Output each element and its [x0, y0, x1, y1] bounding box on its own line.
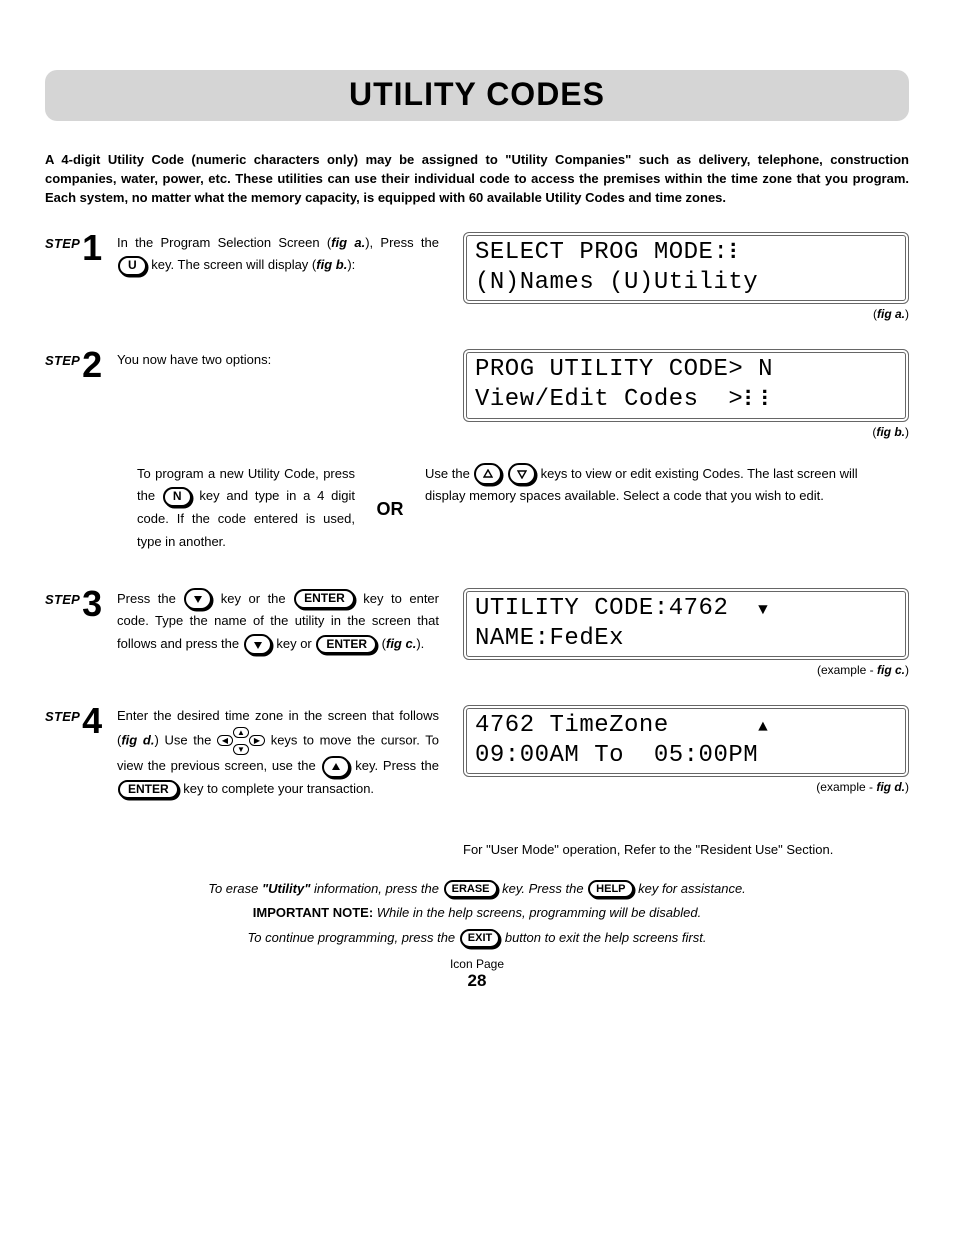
text: ( [378, 636, 386, 651]
step-1-number: 1 [82, 232, 102, 264]
page-title: UTILITY CODES [45, 76, 909, 113]
key-up-arrow [322, 756, 350, 778]
text: key or the [213, 591, 293, 606]
step-2-options: To program a new Utility Code, press the… [45, 463, 909, 554]
or-label: OR [355, 463, 425, 520]
step-1-row: STEP1 In the Program Selection Screen (f… [45, 232, 909, 340]
text: Press the [117, 591, 183, 606]
text: information, press the [310, 881, 442, 896]
fig-b-caption: (fig b.) [463, 425, 909, 439]
step-1-body: In the Program Selection Screen (fig a.)… [117, 232, 445, 278]
text: key. Press the [351, 758, 440, 773]
key-down-arrow [508, 463, 536, 485]
lcd-line2: NAME:FedEx [475, 625, 624, 652]
step-4-body: Enter the desired time zone in the scree… [117, 705, 445, 801]
arrow-keys-cluster-icon: ▲ ▼ ◀ ▶ [217, 727, 265, 755]
lcd-line2: View/Edit Codes > [475, 386, 743, 413]
down-dot-arrow-icon: ⠇ [728, 241, 745, 269]
text: Use the [425, 466, 473, 481]
key-down-arrow [244, 634, 272, 656]
lcd-line1: 4762 TimeZone [475, 712, 669, 739]
important-label: IMPORTANT NOTE: [253, 905, 373, 920]
fig-ref: fig d. [876, 780, 905, 794]
fig-c-caption: (example - fig c.) [463, 663, 909, 677]
text: ). [416, 636, 424, 651]
text: To continue programming, press the [248, 930, 459, 945]
lcd-fig-b: PROG UTILITY CODE> N View/Edit Codes >⠇⠇ [463, 349, 909, 422]
key-enter: ENTER [294, 589, 355, 609]
fig-ref: fig c. [386, 636, 416, 651]
footer-notes: To erase "Utility" information, press th… [45, 877, 909, 951]
lcd-line1: SELECT PROG MODE: [475, 239, 728, 266]
text: "Utility" [262, 881, 310, 896]
fig-ref: fig d. [121, 733, 154, 748]
key-erase: ERASE [444, 880, 498, 898]
text: key or [273, 636, 316, 651]
step-3-number: 3 [82, 588, 102, 620]
key-down-arrow [184, 588, 212, 610]
option-program-new: To program a new Utility Code, press the… [45, 463, 355, 554]
left-arrow-icon: ◀ [217, 735, 233, 746]
text: button to exit the help screens first. [501, 930, 706, 945]
right-arrow-icon: ▶ [249, 735, 265, 746]
fig-d-caption: (example - fig d.) [463, 780, 909, 794]
text: example - [820, 780, 876, 794]
key-exit: EXIT [460, 929, 500, 947]
lcd-line2: (N)Names (U)Utility [475, 269, 758, 296]
text: To erase [208, 881, 262, 896]
text: ) Use the [154, 733, 217, 748]
user-mode-note: For "User Mode" operation, Refer to the … [463, 842, 909, 857]
lcd-fig-d: 4762 TimeZone ▲ 09:00AM To 05:00PM [463, 705, 909, 777]
icon-page-label: Icon Page [45, 957, 909, 971]
option-view-edit: Use the keys to view or edit existing Co… [425, 463, 909, 509]
fig-ref: fig b. [876, 425, 905, 439]
step-label: STEP [45, 232, 80, 251]
text: key for assistance. [635, 881, 746, 896]
down-arrow-icon: ▼ [233, 744, 249, 755]
key-u: U [118, 256, 147, 276]
text: You now have two options: [117, 352, 271, 367]
step-2-row: STEP2 You now have two options: PROG UTI… [45, 349, 909, 457]
step-3-row: STEP3 Press the key or the ENTER key to … [45, 588, 909, 695]
down-arrow-icon: ▼ [758, 601, 768, 619]
step-label: STEP [45, 705, 80, 724]
text: key to complete your transaction. [180, 781, 374, 796]
text: example - [821, 663, 877, 677]
key-n: N [163, 487, 192, 507]
lcd-fig-c: UTILITY CODE:4762 ▼ NAME:FedEx [463, 588, 909, 660]
page-number: 28 [45, 971, 909, 991]
text: While in the help screens, programming w… [373, 905, 701, 920]
text: In the Program Selection Screen ( [117, 235, 331, 250]
text: ), Press the [365, 235, 439, 250]
updown-dot-arrow-icon: ⠇⠇ [743, 388, 776, 416]
fig-ref: fig b. [316, 257, 347, 272]
step-2-body: You now have two options: [117, 349, 445, 372]
up-arrow-icon: ▲ [758, 718, 768, 736]
step-4-row: STEP4 Enter the desired time zone in the… [45, 705, 909, 857]
text: ): [347, 257, 355, 272]
step-4-number: 4 [82, 705, 102, 737]
lcd-line2: 09:00AM To 05:00PM [475, 742, 758, 769]
step-label: STEP [45, 588, 80, 607]
title-bar: UTILITY CODES [45, 70, 909, 121]
step-3-body: Press the key or the ENTER key to enter … [117, 588, 445, 656]
lcd-line1: UTILITY CODE:4762 [475, 595, 728, 622]
step-2-number: 2 [82, 349, 102, 381]
step-label: STEP [45, 349, 80, 368]
fig-ref: fig a. [877, 307, 905, 321]
lcd-fig-a: SELECT PROG MODE:⠇ (N)Names (U)Utility [463, 232, 909, 305]
lcd-line1: PROG UTILITY CODE> N [475, 356, 773, 383]
fig-ref: fig c. [877, 663, 905, 677]
up-arrow-icon: ▲ [233, 727, 249, 738]
key-enter: ENTER [118, 780, 179, 800]
text: key. The screen will display ( [148, 257, 317, 272]
intro-paragraph: A 4-digit Utility Code (numeric characte… [45, 151, 909, 208]
fig-ref: fig a. [331, 235, 365, 250]
key-up-arrow [474, 463, 502, 485]
key-enter: ENTER [316, 635, 377, 655]
key-help: HELP [588, 880, 633, 898]
fig-a-caption: (fig a.) [463, 307, 909, 321]
text: key. Press the [499, 881, 588, 896]
